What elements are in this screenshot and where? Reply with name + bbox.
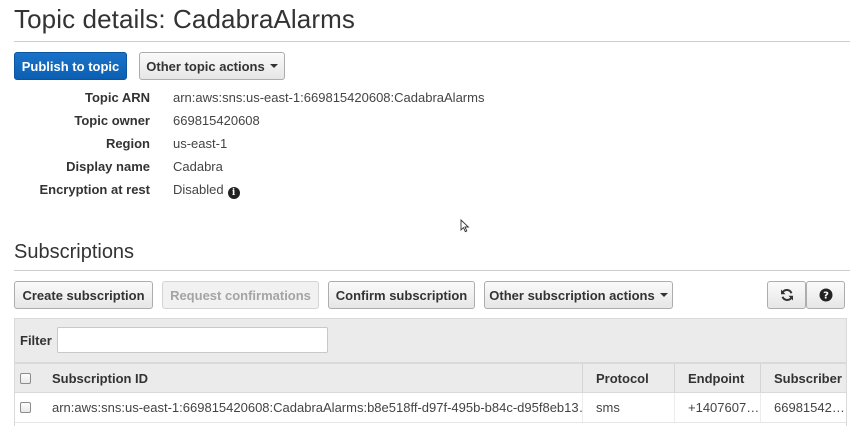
info-icon[interactable]: i [227,187,240,199]
confirm-subscription-label: Confirm subscription [335,287,468,303]
detail-label: Display name [66,159,150,174]
column-header-label: Subscriber [774,370,842,386]
encryption-status: Disabled [173,182,224,197]
detail-label: Topic owner [74,113,150,128]
subscription-id-link[interactable]: arn:aws:sns:us-east-1:669815420608:Cadab… [52,400,582,415]
detail-value: Cadabra [173,159,223,174]
cell-protocol: sms [582,393,674,422]
detail-label: Topic ARN [85,90,150,105]
request-confirmations-button: Request confirmations [162,281,319,309]
column-header-subscriber[interactable]: Subscriber [760,364,846,392]
column-header-endpoint[interactable]: Endpoint [674,364,760,392]
subscriptions-table: Subscription ID Protocol Endpoint Subscr… [14,363,847,426]
detail-value: Disabled i [173,182,240,199]
page-title: Topic details: CadabraAlarms [14,4,355,34]
publish-to-topic-button[interactable]: Publish to topic [14,52,127,80]
column-header-label: Endpoint [688,370,745,386]
caret-down-icon [659,293,668,297]
refresh-button[interactable] [767,281,806,309]
mouse-cursor-icon [460,219,470,233]
cell-subscription-id[interactable]: arn:aws:sns:us-east-1:669815420608:Cadab… [52,393,582,422]
other-subscription-actions-button[interactable]: Other subscription actions [484,281,673,309]
other-topic-actions-button[interactable]: Other topic actions [139,52,285,80]
subscriptions-title: Subscriptions [14,241,135,263]
filter-label: Filter [20,333,52,348]
column-header-label: Subscription ID [52,370,149,386]
create-subscription-button[interactable]: Create subscription [14,281,153,309]
detail-value: us-east-1 [173,136,228,151]
filter-input[interactable] [57,327,328,353]
row-select-cell [20,393,42,422]
column-header-protocol[interactable]: Protocol [582,364,674,392]
filter-bar: Filter [14,318,847,363]
detail-value: 669815420608 [173,113,260,128]
column-header-label: Protocol [596,370,649,386]
request-confirmations-label: Request confirmations [170,287,311,303]
publish-to-topic-label: Publish to topic [21,58,120,74]
cell-subscriber: 66981542… [760,393,846,422]
protocol-value: sms [596,400,620,415]
title-divider [14,41,850,42]
cell-endpoint: +1407607… [674,393,760,422]
column-header-subscription-id[interactable]: Subscription ID [52,364,582,392]
detail-value: arn:aws:sns:us-east-1:669815420608:Cadab… [173,90,485,105]
confirm-subscription-button[interactable]: Confirm subscription [328,281,475,309]
row-checkbox[interactable] [20,402,31,413]
other-topic-actions-label: Other topic actions [146,58,265,74]
refresh-icon [780,289,793,301]
help-icon: ? [819,288,832,302]
subscriptions-divider [14,270,850,271]
help-button[interactable]: ? [806,281,845,309]
svg-text:?: ? [823,291,829,302]
other-subscription-actions-label: Other subscription actions [489,287,655,303]
detail-label: Encryption at rest [39,182,150,197]
select-all-checkbox[interactable] [20,372,31,384]
subscriber-value: 66981542… [774,400,845,415]
table-header: Subscription ID Protocol Endpoint Subscr… [15,363,846,393]
caret-down-icon [269,64,278,68]
select-all-cell [20,364,42,392]
endpoint-value: +1407607… [688,400,760,415]
table-row[interactable]: arn:aws:sns:us-east-1:669815420608:Cadab… [15,393,846,423]
create-subscription-label: Create subscription [22,287,145,303]
detail-label: Region [105,136,150,151]
